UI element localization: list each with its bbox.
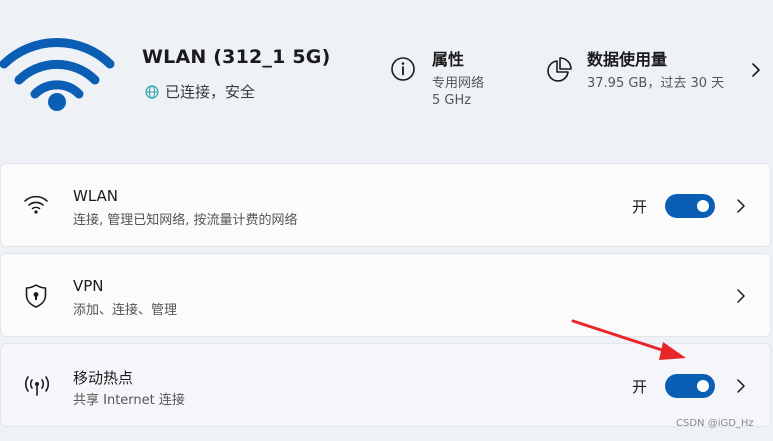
network-header: WLAN (312_1 5G) 已连接，安全 属性 专用网络 5 GHz 数据使…: [0, 0, 773, 145]
hotspot-icon: [24, 376, 50, 396]
vpn-subtitle: 添加、连接、管理: [73, 303, 178, 318]
mobile-hotspot-card[interactable]: 移动热点 共享 Internet 连接 开: [0, 343, 771, 427]
chevron-right-icon[interactable]: [735, 198, 747, 214]
network-status-text: 已连接，安全: [165, 83, 256, 101]
network-status: 已连接，安全: [145, 81, 255, 102]
wlan-settings-card[interactable]: WLAN 连接, 管理已知网络, 按流量计费的网络 开: [0, 163, 771, 247]
network-profile: 专用网络: [432, 76, 485, 91]
pie-chart-icon: [547, 57, 572, 82]
hotspot-title: 移动热点: [73, 369, 134, 387]
hotspot-subtitle: 共享 Internet 连接: [73, 393, 185, 408]
wifi-icon: [24, 195, 48, 214]
chevron-right-icon[interactable]: [735, 288, 747, 304]
hotspot-toggle[interactable]: [665, 374, 715, 398]
vpn-title: VPN: [73, 277, 104, 295]
info-icon: [391, 57, 415, 81]
wlan-title: WLAN: [73, 187, 119, 205]
network-band: 5 GHz: [432, 93, 472, 108]
globe-icon: [145, 84, 159, 99]
chevron-right-icon[interactable]: [750, 62, 762, 78]
data-usage-detail: 37.95 GB，过去 30 天: [587, 76, 725, 91]
watermark: CSDN @iGD_Hz: [676, 418, 754, 429]
wlan-toggle-label: 开: [632, 198, 648, 216]
wlan-subtitle: 连接, 管理已知网络, 按流量计费的网络: [73, 213, 298, 228]
shield-lock-icon: [25, 284, 47, 308]
hotspot-toggle-label: 开: [632, 378, 648, 396]
network-name: WLAN (312_1 5G): [142, 46, 331, 68]
vpn-settings-card[interactable]: VPN 添加、连接、管理: [0, 253, 771, 337]
chevron-right-icon[interactable]: [735, 378, 747, 394]
wifi-large-icon: [0, 38, 115, 111]
wlan-toggle[interactable]: [665, 194, 715, 218]
data-usage-title: 数据使用量: [587, 50, 668, 69]
properties-title: 属性: [432, 50, 465, 69]
